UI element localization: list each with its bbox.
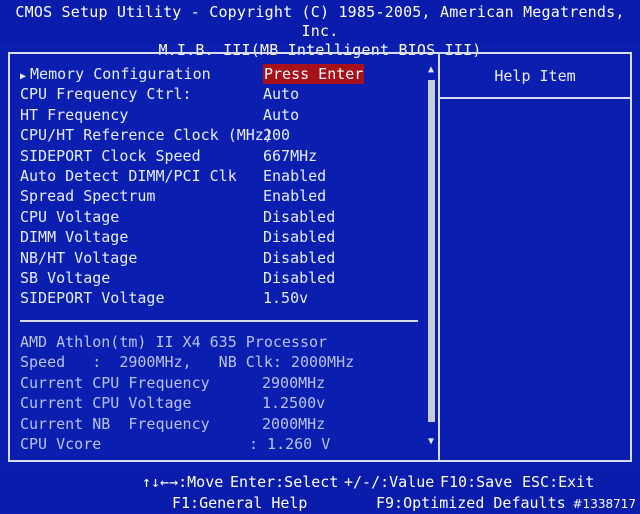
setting-label: CPU Voltage — [20, 207, 120, 226]
bios-header: CMOS Setup Utility - Copyright (C) 1985-… — [0, 0, 640, 59]
setting-cpu-frequency-ctrl[interactable]: CPU Frequency Ctrl: Auto — [20, 84, 420, 104]
setting-value[interactable]: Disabled — [263, 207, 335, 227]
help-title: Help Item — [494, 67, 576, 85]
setting-label: SIDEPORT Voltage — [20, 289, 165, 308]
current-cpu-frequency-row: Current CPU Frequency 2900MHz — [20, 373, 420, 393]
processor-speed-row: Speed : 2900MHz, NB Clk: 2000MHz — [20, 352, 420, 372]
setting-label: Auto Detect DIMM/PCI Clk — [20, 166, 237, 185]
header-title: CMOS Setup Utility - Copyright (C) 1985-… — [15, 3, 625, 40]
info-value: : 1.260 V — [249, 434, 331, 453]
info-label: Current CPU Voltage — [20, 394, 192, 413]
setting-value[interactable]: Disabled — [263, 227, 335, 247]
scrollbar-thumb[interactable] — [428, 80, 435, 422]
key-optimized-defaults: F9:Optimized Defaults — [376, 494, 566, 512]
setting-spread-spectrum[interactable]: Spread Spectrum Enabled — [20, 186, 420, 206]
setting-value[interactable]: Disabled — [263, 248, 335, 268]
setting-sb-voltage[interactable]: SB Voltage Disabled — [20, 268, 420, 288]
setting-cpu-ht-reference-clock[interactable]: CPU/HT Reference Clock (MHz) 200 — [20, 125, 420, 145]
setting-cpu-voltage[interactable]: CPU Voltage Disabled — [20, 207, 420, 227]
triangle-down-icon[interactable]: ▼ — [426, 436, 436, 448]
setting-label: NB/HT Voltage — [20, 248, 138, 267]
setting-value[interactable]: Auto — [263, 84, 299, 104]
setting-label: HT Frequency — [20, 105, 129, 124]
watermark: #1338717 — [572, 497, 637, 511]
setting-label: SIDEPORT Clock Speed — [20, 146, 201, 165]
main-frame: ▶ Memory Configuration Press Enter CPU Fr… — [8, 52, 632, 462]
setting-label: Memory Configuration — [30, 65, 211, 83]
processor-name: AMD Athlon(tm) II X4 635 Processor — [20, 333, 328, 351]
setting-dimm-voltage[interactable]: DIMM Voltage Disabled — [20, 227, 420, 247]
setting-value[interactable]: Press Enter — [263, 64, 365, 84]
setting-label: CPU Frequency Ctrl: — [20, 85, 192, 104]
setting-sideport-voltage[interactable]: SIDEPORT Voltage 1.50v — [20, 288, 420, 308]
settings-list: ▶ Memory Configuration Press Enter CPU Fr… — [20, 64, 420, 309]
processor-speed: Speed : 2900MHz, NB Clk: 2000MHz — [20, 353, 355, 372]
setting-label: Spread Spectrum — [20, 187, 156, 206]
setting-value[interactable]: 1.50v — [263, 288, 308, 308]
key-general-help: F1:General Help — [172, 494, 308, 512]
setting-nb-ht-voltage[interactable]: NB/HT Voltage Disabled — [20, 248, 420, 268]
setting-sideport-clock-speed[interactable]: SIDEPORT Clock Speed 667MHz — [20, 146, 420, 166]
setting-value[interactable]: Enabled — [263, 186, 326, 206]
setting-value[interactable]: 200 — [263, 125, 290, 145]
key-select: Enter:Select — [230, 473, 339, 491]
processor-name-row: AMD Athlon(tm) II X4 635 Processor — [20, 332, 420, 352]
triangle-up-icon[interactable]: ▲ — [426, 64, 436, 76]
section-divider — [20, 320, 418, 322]
setting-auto-detect-dimm-pci-clk[interactable]: Auto Detect DIMM/PCI Clk Enabled — [20, 166, 420, 186]
panel-divider — [438, 54, 440, 460]
setting-value[interactable]: Auto — [263, 105, 299, 125]
help-divider — [440, 97, 630, 99]
setting-memory-configuration[interactable]: ▶ Memory Configuration Press Enter — [20, 64, 420, 84]
setting-ht-frequency[interactable]: HT Frequency Auto — [20, 105, 420, 125]
setting-value[interactable]: 667MHz — [263, 146, 317, 166]
info-label: CPU Vcore — [20, 434, 102, 453]
info-value: 2900MHz — [262, 373, 326, 392]
key-value: +/-/:Value — [344, 473, 435, 491]
current-nb-frequency-row: Current NB Frequency 2000MHz — [20, 414, 420, 434]
info-label: Current CPU Frequency — [20, 373, 210, 392]
key-legend: ↑↓←→:Move Enter:Select +/-/:Value F10:Sa… — [0, 466, 640, 513]
key-save: F10:Save — [440, 473, 513, 491]
setting-label: DIMM Voltage — [20, 228, 129, 247]
setting-label: CPU/HT Reference Clock (MHz) — [20, 126, 273, 145]
setting-value[interactable]: Disabled — [263, 268, 335, 288]
processor-info: AMD Athlon(tm) II X4 635 Processor Speed… — [20, 332, 420, 454]
key-exit: ESC:Exit — [522, 473, 595, 491]
scrollbar[interactable]: ▲ ▼ — [426, 64, 436, 448]
setting-label: SB Voltage — [20, 268, 111, 287]
cpu-vcore-row: CPU Vcore : 1.260 V — [20, 434, 420, 454]
key-move: ↑↓←→:Move — [142, 473, 224, 491]
info-value: 2000MHz — [262, 414, 326, 433]
info-label: Current NB Frequency — [20, 414, 210, 433]
current-cpu-voltage-row: Current CPU Voltage 1.2500v — [20, 393, 420, 413]
triangle-right-icon: ▶ — [20, 71, 27, 82]
info-value: 1.2500v — [262, 394, 326, 413]
setting-value[interactable]: Enabled — [263, 166, 326, 186]
